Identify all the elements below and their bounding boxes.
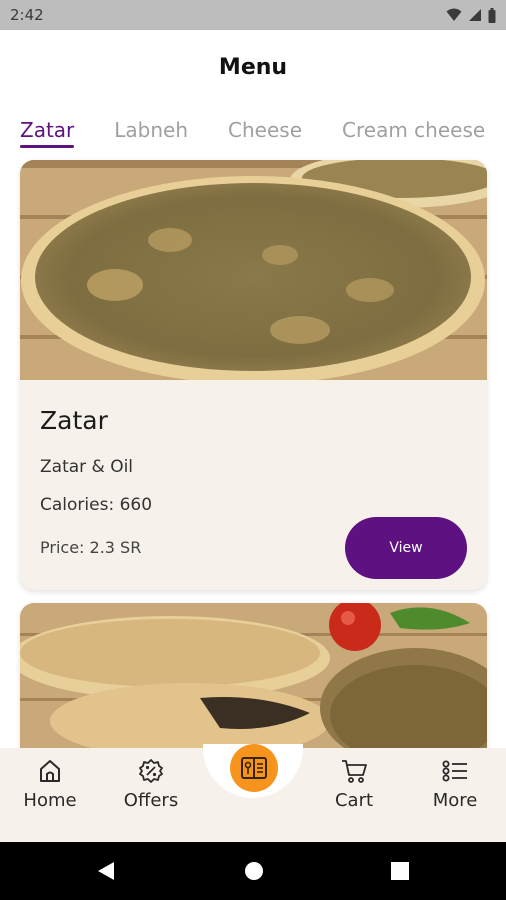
menu-book-icon[interactable] [230, 744, 278, 792]
view-button[interactable]: View [345, 517, 467, 579]
status-bar: 2:42 [0, 0, 506, 30]
nav-offers-label: Offers [123, 790, 179, 811]
nav-more[interactable]: More [410, 758, 500, 811]
item-price: Price: 2.3 SR [40, 538, 142, 557]
sesame-pastry-image [20, 603, 487, 763]
nav-offers[interactable]: Offers [106, 758, 196, 811]
item-description: Zatar & Oil [40, 457, 134, 477]
back-icon[interactable] [96, 861, 116, 881]
nav-home[interactable]: Home [5, 758, 95, 811]
bottom-nav: Home Offers Cart More [0, 744, 506, 842]
nav-more-label: More [432, 790, 478, 811]
nav-home-label: Home [23, 790, 77, 811]
home-icon [40, 760, 60, 782]
tab-cheese[interactable]: Cheese [228, 112, 302, 148]
nav-cart-label: Cart [334, 790, 374, 811]
recents-square-icon[interactable] [391, 862, 409, 880]
android-nav-bar [0, 842, 506, 900]
tab-labneh[interactable]: Labneh [114, 112, 188, 148]
category-tabs: Zatar Labneh Cheese Cream cheese [20, 112, 506, 152]
signal-icon [469, 9, 481, 21]
item-name: Zatar [40, 406, 108, 435]
nav-cart[interactable]: Cart [309, 758, 399, 811]
tab-cream-cheese[interactable]: Cream cheese [342, 112, 485, 148]
more-list-icon [442, 760, 467, 782]
status-time: 2:42 [10, 6, 44, 24]
zatar-manakeesh-image [20, 160, 487, 380]
wifi-icon [446, 8, 462, 21]
card-body: Zatar Zatar & Oil Calories: 660 Price: 2… [20, 380, 487, 579]
item-calories: Calories: 660 [40, 495, 153, 515]
status-icons [446, 7, 496, 23]
home-circle-icon[interactable] [244, 861, 264, 881]
discount-badge-icon [139, 759, 163, 783]
header: Menu [0, 30, 506, 104]
battery-icon [488, 7, 496, 23]
page-title: Menu [218, 54, 288, 80]
menu-item-card[interactable]: Zatar Zatar & Oil Calories: 660 Price: 2… [20, 160, 487, 590]
menu-item-card[interactable] [20, 603, 487, 763]
cart-icon [342, 760, 367, 783]
tab-zatar[interactable]: Zatar [20, 112, 75, 148]
